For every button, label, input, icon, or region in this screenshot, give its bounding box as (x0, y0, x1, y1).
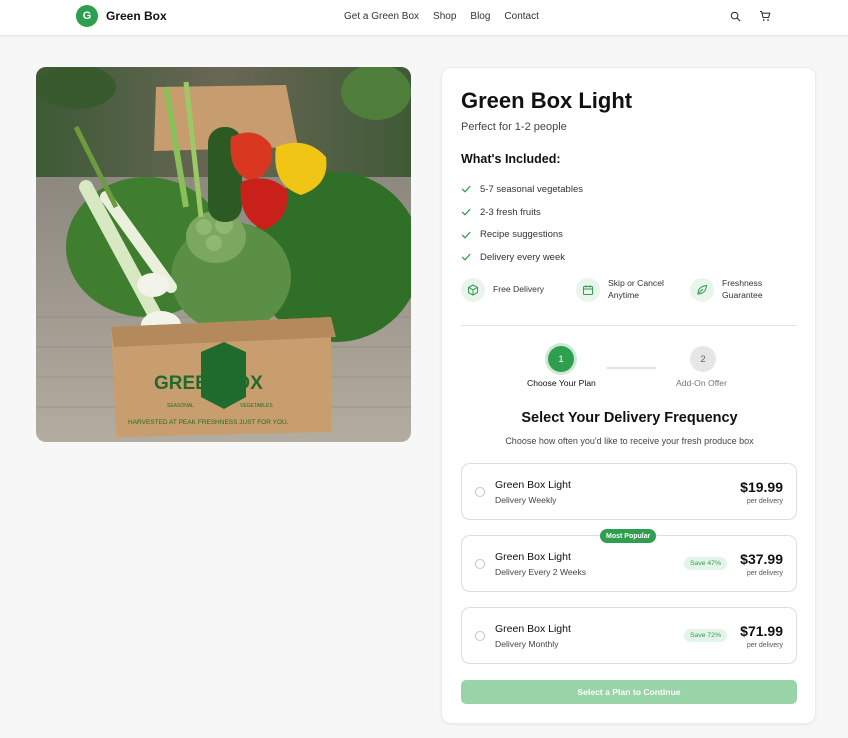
plan-option-weekly[interactable]: Green Box Light Delivery Weekly $19.99 p… (461, 463, 797, 520)
header-actions (728, 9, 772, 23)
save-badge: Save 72% (684, 629, 727, 642)
feature-skip-cancel: Skip or Cancel Anytime (576, 278, 664, 302)
option-price: $37.99 (740, 551, 783, 567)
feature-text: Freshness (722, 278, 763, 289)
feature-free-delivery: Free Delivery (461, 278, 544, 302)
feature-text: Guarantee (722, 290, 763, 300)
step-2-label: Add-On Offer (676, 378, 727, 388)
site-header: G Green Box Get a Green Box Shop Blog Co… (0, 0, 848, 36)
brand-name: Green Box (106, 9, 167, 23)
option-price: $19.99 (740, 479, 783, 495)
leaf-icon (690, 278, 714, 302)
box-icon (461, 278, 485, 302)
most-popular-badge: Most Popular (600, 529, 657, 543)
search-icon[interactable] (728, 9, 742, 23)
nav-blog[interactable]: Blog (470, 11, 490, 22)
included-list: 5-7 seasonal vegetables 2-3 fresh fruits… (461, 178, 583, 269)
plan-card: Green Box Light Perfect for 1-2 people W… (441, 67, 816, 724)
box-tagline: HARVESTED AT PEAK FRESHNESS JUST FOR YOU… (128, 419, 289, 426)
box-small-left: SEASONAL (167, 403, 194, 409)
option-per: per delivery (746, 570, 783, 577)
nav-get-a-green-box[interactable]: Get a Green Box (344, 11, 419, 22)
nav-shop[interactable]: Shop (433, 11, 456, 22)
feature-text: Free Delivery (493, 284, 545, 295)
included-item: 5-7 seasonal vegetables (480, 183, 583, 195)
option-frequency: Delivery Monthly (495, 639, 559, 649)
radio-button[interactable] (475, 559, 485, 569)
radio-button[interactable] (475, 487, 485, 497)
included-item: Delivery every week (480, 251, 565, 263)
brand-link[interactable]: G Green Box (76, 5, 167, 27)
option-name: Green Box Light (495, 551, 571, 563)
plan-option-biweekly[interactable]: Most Popular Green Box Light Delivery Ev… (461, 529, 797, 592)
step-connector (607, 367, 656, 369)
save-badge: Save 47% (684, 557, 727, 570)
option-name: Green Box Light (495, 623, 571, 635)
check-icon (461, 186, 471, 193)
list-item: Delivery every week (461, 246, 583, 269)
stepper: 1 2 Choose Your Plan Add-On Offer (442, 346, 817, 396)
check-icon (461, 208, 471, 216)
option-price: $71.99 (740, 623, 783, 639)
step-1-label: Choose Your Plan (527, 378, 596, 388)
plan-title: Green Box Light (461, 88, 633, 113)
feature-text: Anytime (608, 290, 640, 300)
main-nav: Get a Green Box Shop Blog Contact (344, 11, 539, 22)
list-item: 5-7 seasonal vegetables (461, 178, 583, 201)
included-item: Recipe suggestions (480, 229, 563, 241)
logo-icon: G (76, 5, 98, 27)
frequency-title: Select Your Delivery Frequency (521, 410, 738, 426)
plan-option-monthly[interactable]: Green Box Light Delivery Monthly Save 72… (461, 607, 797, 664)
calendar-icon (576, 278, 600, 302)
option-per: per delivery (746, 498, 783, 505)
product-image: GREENBOX SEASONAL VEGETABLES HARVESTED A… (36, 67, 411, 442)
step-1-indicator: 1 (548, 346, 574, 372)
check-icon (461, 254, 471, 261)
cart-icon[interactable] (758, 9, 772, 23)
feature-freshness: Freshness Guarantee (690, 278, 763, 302)
continue-button[interactable]: Select a Plan to Continue (461, 680, 797, 704)
box-small-right: VEGETABLES (240, 403, 273, 409)
radio-button[interactable] (475, 631, 485, 641)
nav-contact[interactable]: Contact (504, 11, 538, 22)
option-per: per delivery (746, 642, 783, 649)
step-2-indicator: 2 (690, 346, 716, 372)
list-item: Recipe suggestions (461, 223, 583, 246)
feature-row: Free Delivery Skip or Cancel Anytime Fres… (461, 278, 801, 308)
option-frequency: Delivery Weekly (495, 495, 557, 505)
box-logo: GREENBOX (154, 373, 263, 394)
option-frequency: Delivery Every 2 Weeks (495, 567, 587, 577)
option-name: Green Box Light (495, 479, 571, 491)
feature-text: Skip or Cancel (608, 278, 664, 289)
included-title: What's Included: (461, 152, 561, 166)
divider (461, 325, 797, 326)
list-item: 2-3 fresh fruits (461, 201, 583, 224)
check-icon (461, 231, 471, 239)
frequency-subtitle: Choose how often you'd like to receive y… (505, 436, 754, 446)
included-item: 2-3 fresh fruits (480, 206, 541, 218)
plan-subtitle: Perfect for 1-2 people (461, 121, 567, 133)
